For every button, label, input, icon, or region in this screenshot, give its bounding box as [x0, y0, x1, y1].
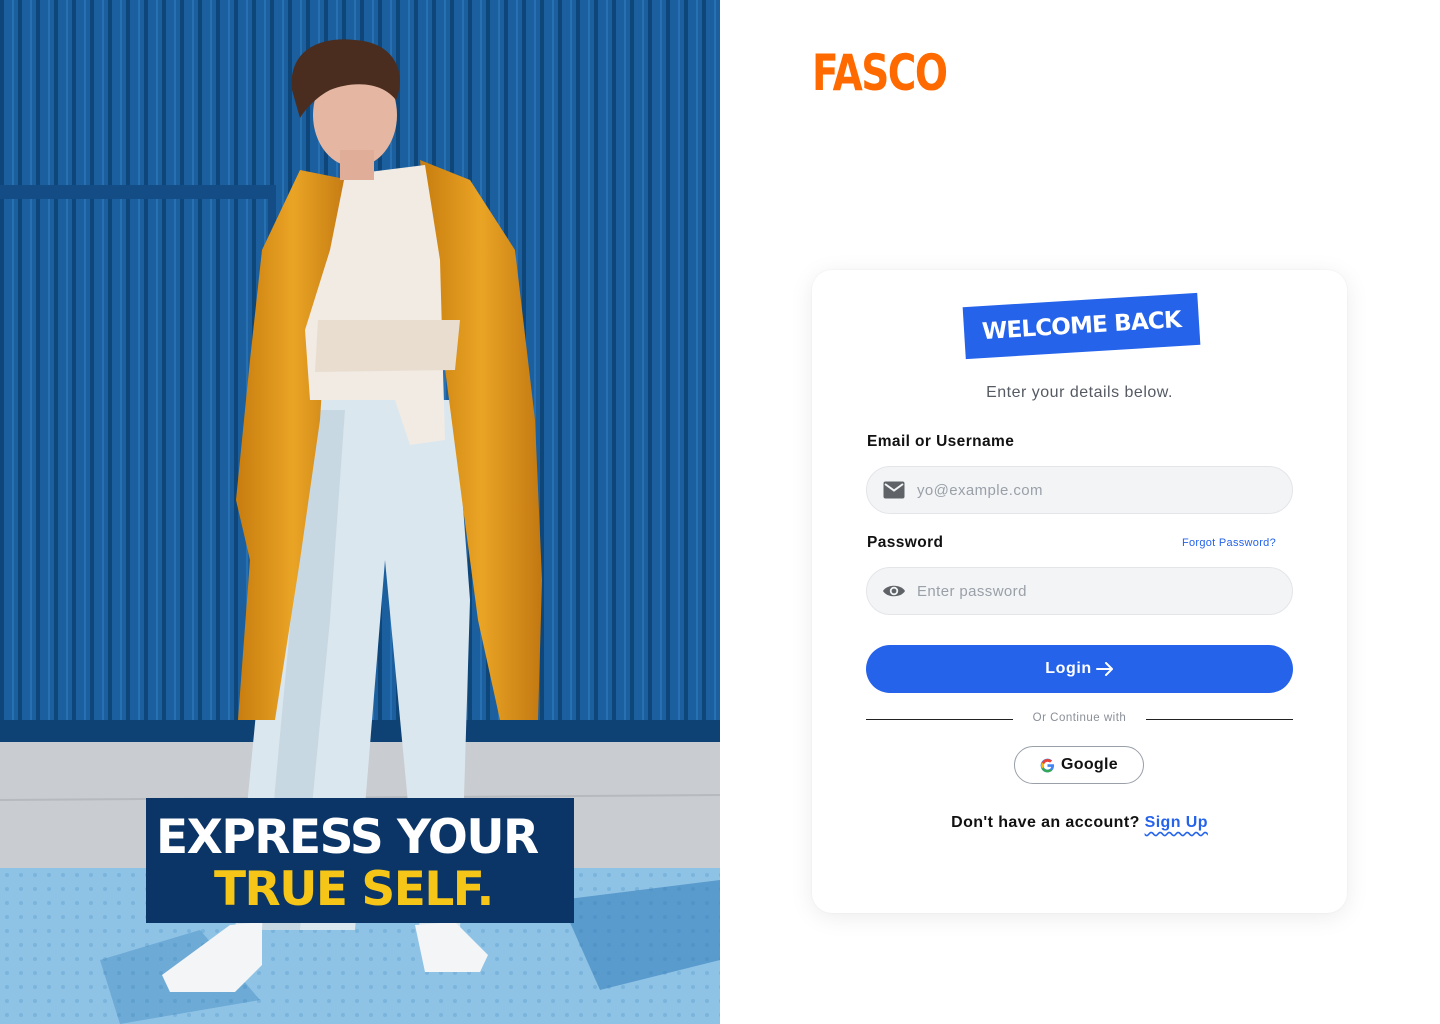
email-label: Email or Username — [867, 433, 1015, 450]
password-label: Password — [867, 534, 944, 551]
google-icon — [1040, 758, 1055, 772]
hero-slogan: EXPRESS YOUR TRUE SELF. — [146, 798, 574, 923]
slogan-line-2: TRUE SELF. — [214, 862, 494, 917]
email-field[interactable] — [866, 466, 1293, 514]
divider-right — [1146, 719, 1293, 720]
slogan-line-1: EXPRESS YOUR — [156, 810, 539, 865]
welcome-badge: WELCOME BACK — [962, 292, 1201, 360]
brand-logo[interactable]: FASCO — [812, 44, 948, 102]
hero-panel: EXPRESS YOUR TRUE SELF. — [0, 0, 720, 1024]
divider-text: Or Continue with — [1032, 712, 1127, 724]
eye-icon[interactable] — [882, 579, 906, 603]
login-button[interactable]: Login — [866, 645, 1293, 693]
email-input[interactable] — [917, 481, 1277, 499]
google-login-button[interactable]: Google — [1014, 746, 1144, 784]
signup-link[interactable]: Sign Up — [1145, 814, 1208, 831]
login-card: WELCOME BACK Enter your details below. E… — [812, 270, 1347, 913]
login-subtitle: Enter your details below. — [986, 384, 1173, 401]
password-field[interactable] — [866, 567, 1293, 615]
welcome-badge-text: WELCOME BACK — [981, 306, 1182, 346]
mail-icon — [882, 478, 906, 502]
password-input[interactable] — [917, 582, 1277, 600]
signup-prompt: Don't have an account? — [951, 814, 1140, 831]
signup-row: Don't have an account? Sign Up — [812, 814, 1347, 832]
login-button-label: Login — [1045, 660, 1092, 677]
arrow-right-icon — [1095, 662, 1113, 676]
forgot-password-link[interactable]: Forgot Password? — [1182, 537, 1276, 549]
google-button-label: Google — [1061, 756, 1118, 773]
